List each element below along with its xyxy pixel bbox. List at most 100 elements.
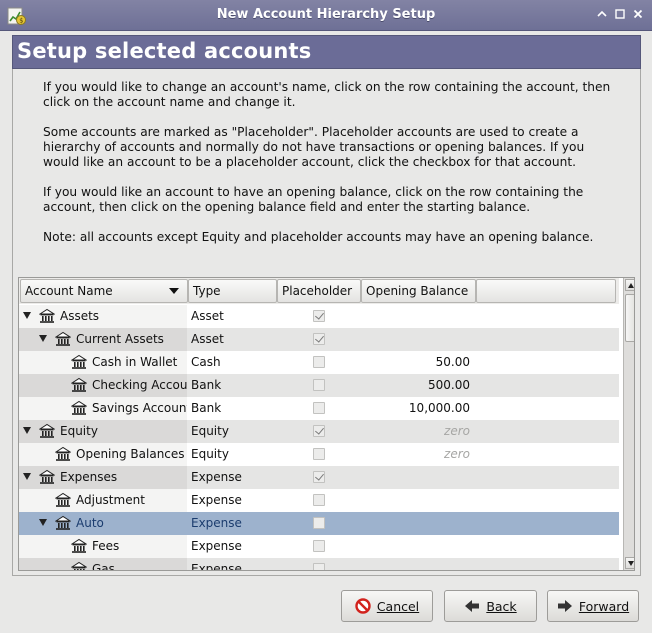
- account-name[interactable]: Assets: [60, 309, 99, 323]
- placeholder-checkbox[interactable]: [313, 540, 325, 552]
- window-title-bar[interactable]: $ New Account Hierarchy Setup: [0, 0, 652, 31]
- account-bank-icon: [55, 331, 71, 347]
- account-type: Expense: [191, 516, 242, 530]
- placeholder-checkbox[interactable]: [313, 563, 325, 570]
- account-name[interactable]: Fees: [92, 539, 119, 553]
- account-row[interactable]: Cash in Wallet Cash 50.00: [19, 351, 619, 374]
- page-content: If you would like to change an account's…: [12, 69, 641, 576]
- cancel-label: Cancel: [376, 598, 420, 614]
- scrollbar-thumb[interactable]: [625, 294, 634, 342]
- account-row[interactable]: Fees Expense: [19, 535, 619, 558]
- account-row[interactable]: Current Assets Asset: [19, 328, 619, 351]
- account-row[interactable]: Checking Account Bank 500.00: [19, 374, 619, 397]
- maximize-icon[interactable]: [614, 8, 626, 20]
- account-row[interactable]: Expenses Expense: [19, 466, 619, 489]
- column-header-row: Account Name Type Placeholder Opening Ba…: [19, 278, 619, 304]
- account-name-cell[interactable]: Auto: [19, 512, 187, 535]
- expander-expanded-icon[interactable]: [23, 473, 31, 480]
- account-name[interactable]: Savings Account: [92, 401, 187, 415]
- placeholder-checkbox[interactable]: [313, 402, 325, 414]
- account-name-cell[interactable]: Opening Balances: [19, 443, 187, 466]
- account-type: Bank: [191, 401, 222, 415]
- account-row[interactable]: Auto Expense: [19, 512, 619, 535]
- account-row[interactable]: Adjustment Expense: [19, 489, 619, 512]
- account-name[interactable]: Equity: [60, 424, 98, 438]
- account-name[interactable]: Opening Balances: [76, 447, 185, 461]
- account-row[interactable]: Assets Asset: [19, 305, 619, 328]
- column-header-opening-balance[interactable]: Opening Balance: [361, 279, 476, 303]
- account-type: Expense: [191, 493, 242, 507]
- placeholder-checkbox[interactable]: [313, 425, 325, 437]
- cancel-button[interactable]: Cancel: [341, 590, 433, 622]
- scroll-up-arrow-icon[interactable]: [625, 279, 634, 291]
- close-icon[interactable]: [632, 8, 644, 20]
- opening-balance[interactable]: 500.00: [362, 378, 470, 392]
- placeholder-checkbox[interactable]: [313, 333, 325, 345]
- account-type: Asset: [191, 309, 224, 323]
- expander-expanded-icon[interactable]: [23, 427, 31, 434]
- placeholder-checkbox[interactable]: [313, 379, 325, 391]
- sort-descending-icon: [169, 288, 179, 294]
- account-name-cell[interactable]: Gas: [19, 558, 187, 570]
- expander-expanded-icon[interactable]: [23, 312, 31, 319]
- account-row[interactable]: Savings Account Bank 10,000.00: [19, 397, 619, 420]
- account-tree[interactable]: Account Name Type Placeholder Opening Ba…: [18, 277, 635, 571]
- account-name[interactable]: Checking Account: [92, 378, 187, 392]
- account-name-cell[interactable]: Checking Account: [19, 374, 187, 397]
- window-title: New Account Hierarchy Setup: [216, 7, 436, 22]
- opening-balance[interactable]: 50.00: [362, 355, 470, 369]
- restore-icon[interactable]: [596, 8, 608, 20]
- expander-expanded-icon[interactable]: [39, 335, 47, 342]
- account-type: Cash: [191, 355, 221, 369]
- account-bank-icon: [71, 400, 87, 416]
- column-header-placeholder[interactable]: Placeholder: [277, 279, 361, 303]
- account-name[interactable]: Expenses: [60, 470, 117, 484]
- placeholder-checkbox[interactable]: [313, 356, 325, 368]
- account-name-cell[interactable]: Current Assets: [19, 328, 187, 351]
- placeholder-checkbox[interactable]: [313, 448, 325, 460]
- account-name[interactable]: Adjustment: [76, 493, 145, 507]
- account-type: Expense: [191, 470, 242, 484]
- placeholder-checkbox[interactable]: [313, 471, 325, 483]
- account-row[interactable]: Equity Equity zero: [19, 420, 619, 443]
- column-header-account-name[interactable]: Account Name: [20, 279, 188, 303]
- account-bank-icon: [71, 377, 87, 393]
- back-arrow-icon: [465, 600, 480, 612]
- account-name-cell[interactable]: Savings Account: [19, 397, 187, 420]
- instruction-rename: If you would like to change an account's…: [43, 80, 611, 109]
- account-type: Equity: [191, 447, 229, 461]
- account-name-cell[interactable]: Fees: [19, 535, 187, 558]
- account-name[interactable]: Current Assets: [76, 332, 164, 346]
- account-type: Expense: [191, 539, 242, 553]
- account-row[interactable]: Gas Expense: [19, 558, 619, 570]
- account-bank-icon: [71, 561, 87, 570]
- placeholder-checkbox[interactable]: [313, 310, 325, 322]
- placeholder-checkbox[interactable]: [313, 494, 325, 506]
- back-button[interactable]: Back: [444, 590, 537, 622]
- placeholder-checkbox[interactable]: [313, 517, 325, 529]
- forward-arrow-icon: [557, 600, 572, 612]
- column-header-filler: [476, 279, 616, 303]
- account-name-cell[interactable]: Expenses: [19, 466, 187, 489]
- expander-expanded-icon[interactable]: [39, 519, 47, 526]
- account-name-cell[interactable]: Adjustment: [19, 489, 187, 512]
- account-name-cell[interactable]: Assets: [19, 305, 187, 328]
- forward-label: Forward: [578, 598, 630, 614]
- account-name-cell[interactable]: Equity: [19, 420, 187, 443]
- column-header-type[interactable]: Type: [188, 279, 277, 303]
- account-bank-icon: [39, 469, 55, 485]
- account-name-cell[interactable]: Cash in Wallet: [19, 351, 187, 374]
- column-header-label: Account Name: [25, 284, 113, 298]
- vertical-scrollbar[interactable]: [623, 278, 634, 570]
- opening-balance[interactable]: 10,000.00: [362, 401, 470, 415]
- account-row[interactable]: Opening Balances Equity zero: [19, 443, 619, 466]
- opening-balance[interactable]: zero: [362, 447, 470, 461]
- account-name[interactable]: Cash in Wallet: [92, 355, 177, 369]
- account-name[interactable]: Gas: [92, 562, 115, 570]
- forward-button[interactable]: Forward: [547, 590, 639, 622]
- account-rows: Assets Asset Current Assets Asset Cash in Wa…: [19, 305, 619, 570]
- account-name[interactable]: Auto: [76, 516, 104, 530]
- column-header-label: Placeholder: [282, 284, 353, 298]
- scroll-down-arrow-icon[interactable]: [625, 557, 634, 569]
- opening-balance[interactable]: zero: [362, 424, 470, 438]
